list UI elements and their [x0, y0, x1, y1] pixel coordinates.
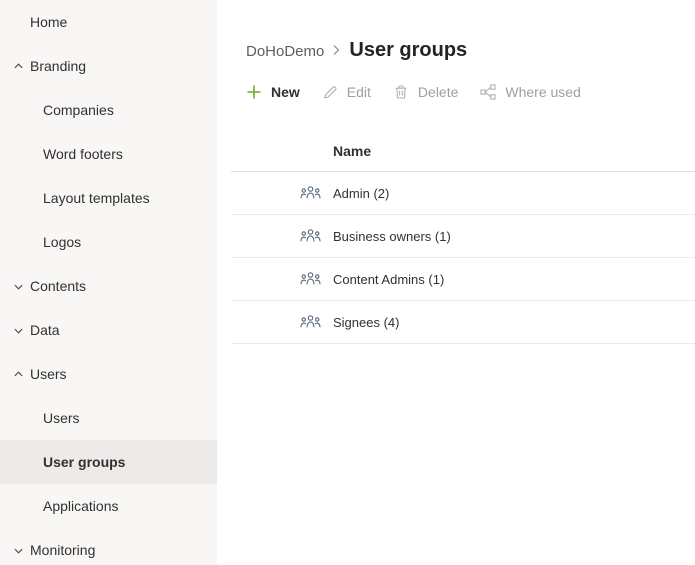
new-button-label: New [271, 84, 300, 100]
sidebar-item-label: Applications [43, 498, 119, 514]
where-used-button[interactable]: Where used [480, 84, 580, 100]
delete-button[interactable]: Delete [393, 84, 458, 100]
people-group-icon [300, 185, 321, 202]
sidebar-item-label: Companies [43, 102, 114, 118]
people-group-icon [300, 228, 321, 245]
chevron-up-icon [12, 368, 25, 381]
sidebar-item-logos[interactable]: Logos [0, 220, 217, 264]
people-group-icon [300, 271, 321, 288]
new-button[interactable]: New [246, 84, 300, 100]
sidebar-item-companies[interactable]: Companies [0, 88, 217, 132]
sidebar-item-label: Word footers [43, 146, 123, 162]
trash-icon [393, 84, 409, 100]
sidebar-item-contents[interactable]: Contents [0, 264, 217, 308]
chevron-down-icon [12, 280, 25, 293]
table-row[interactable]: Signees (4) [231, 301, 695, 344]
sidebar-item-user-groups[interactable]: User groups [0, 440, 217, 484]
pencil-icon [322, 84, 338, 100]
sidebar-item-monitoring[interactable]: Monitoring [0, 528, 217, 565]
app-window: Home Branding Companies Word footers Lay… [0, 0, 695, 565]
command-bar: New Edit [246, 80, 581, 104]
sidebar-item-label: Branding [30, 58, 86, 74]
table-row[interactable]: Content Admins (1) [231, 258, 695, 301]
sidebar-item-label: Logos [43, 234, 81, 250]
chevron-right-icon [333, 44, 340, 56]
main-content: DoHoDemo User groups New [217, 0, 695, 565]
sidebar-item-layout-templates[interactable]: Layout templates [0, 176, 217, 220]
sidebar-item-applications[interactable]: Applications [0, 484, 217, 528]
row-name: Admin (2) [333, 186, 389, 201]
table-row[interactable]: Business owners (1) [231, 215, 695, 258]
page-title: User groups [349, 39, 467, 62]
edit-button-label: Edit [347, 84, 371, 100]
delete-button-label: Delete [418, 84, 458, 100]
row-name: Business owners (1) [333, 229, 451, 244]
sidebar-item-label: User groups [43, 454, 125, 470]
sidebar-item-users[interactable]: Users [0, 352, 217, 396]
where-used-icon [480, 84, 496, 100]
plus-icon [246, 84, 262, 100]
sidebar-item-users-sub[interactable]: Users [0, 396, 217, 440]
sidebar-item-label: Data [30, 322, 60, 338]
user-groups-table: Name Admin (2) [231, 130, 695, 344]
sidebar-item-word-footers[interactable]: Word footers [0, 132, 217, 176]
row-name: Signees (4) [333, 315, 399, 330]
sidebar-item-label: Contents [30, 278, 86, 294]
column-header-name[interactable]: Name [333, 143, 371, 159]
sidebar-item-branding[interactable]: Branding [0, 44, 217, 88]
chevron-down-icon [12, 324, 25, 337]
table-header-row: Name [231, 130, 695, 172]
chevron-spacer [12, 16, 25, 29]
sidebar-item-home[interactable]: Home [0, 0, 217, 44]
sidebar-item-label: Monitoring [30, 542, 95, 558]
sidebar: Home Branding Companies Word footers Lay… [0, 0, 217, 565]
chevron-down-icon [12, 544, 25, 557]
people-group-icon [300, 314, 321, 331]
sidebar-item-label: Users [43, 410, 80, 426]
where-used-button-label: Where used [505, 84, 580, 100]
sidebar-item-label: Users [30, 366, 67, 382]
sidebar-item-data[interactable]: Data [0, 308, 217, 352]
row-name: Content Admins (1) [333, 272, 444, 287]
table-row[interactable]: Admin (2) [231, 172, 695, 215]
sidebar-item-label: Home [30, 14, 67, 30]
chevron-up-icon [12, 60, 25, 73]
edit-button[interactable]: Edit [322, 84, 371, 100]
breadcrumb-parent[interactable]: DoHoDemo [246, 43, 324, 60]
breadcrumb: DoHoDemo User groups [246, 39, 467, 62]
sidebar-item-label: Layout templates [43, 190, 150, 206]
